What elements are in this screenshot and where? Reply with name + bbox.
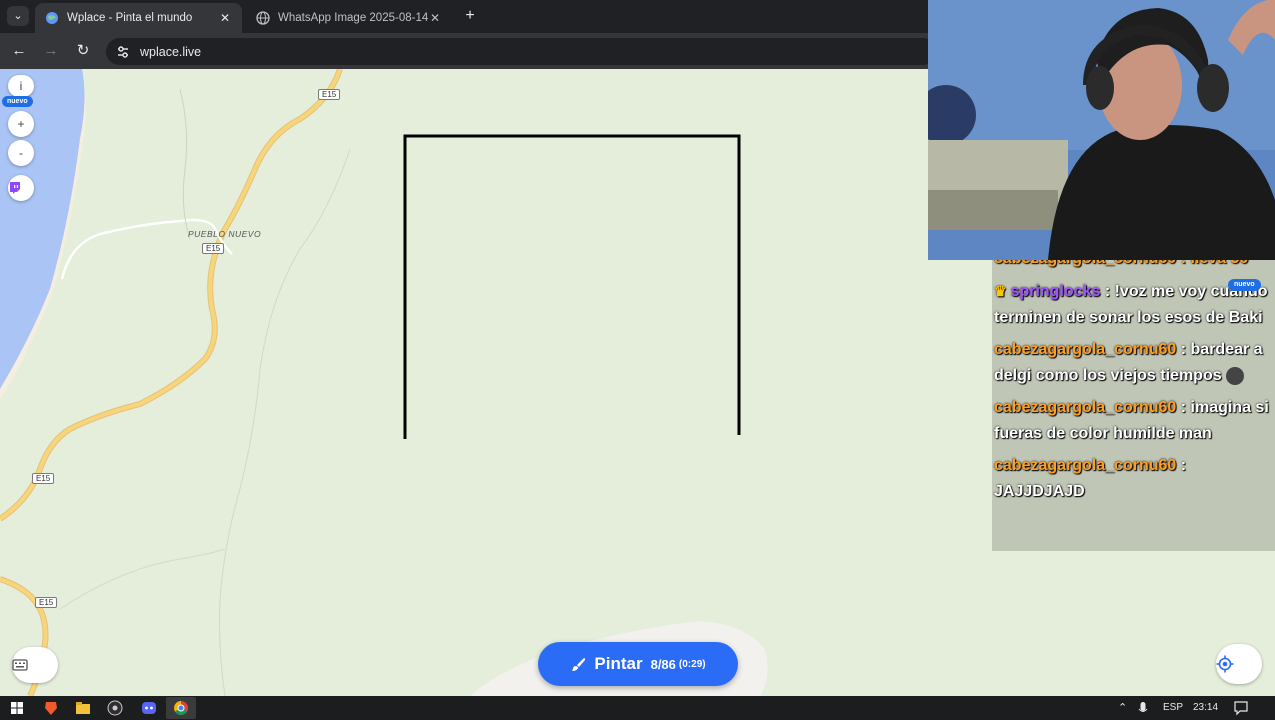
file-explorer-icon[interactable] xyxy=(70,698,96,718)
back-arrow-icon[interactable]: ← xyxy=(8,40,30,62)
place-label-pueblo-nuevo: PUEBLO NUEVO xyxy=(188,229,262,239)
globe-icon xyxy=(46,12,58,24)
reload-icon[interactable]: ↻ xyxy=(72,40,94,62)
new-tab-button[interactable]: + xyxy=(459,6,481,26)
chat-message: cabezagargola_cornu60 : imagina si fuera… xyxy=(992,395,1275,447)
discord-icon[interactable] xyxy=(136,698,162,718)
stream-chat-overlay: cabezagargola_cornu60 : lleva 30 ♛spring… xyxy=(992,252,1275,551)
microphone-icon[interactable] xyxy=(1136,698,1150,718)
close-icon[interactable]: ✕ xyxy=(428,11,442,25)
webcam-image xyxy=(928,0,1275,260)
plus-icon: + xyxy=(17,117,25,131)
map-layers-button[interactable] xyxy=(12,647,58,683)
road-shield-e15: E15 xyxy=(202,243,225,254)
chat-username: cabezagargola_cornu60 xyxy=(994,457,1177,474)
road-shield-e15: E15 xyxy=(318,89,341,100)
tab-title: Wplace - Pinta el mundo xyxy=(67,12,193,24)
tab-search-button[interactable]: ⌄ xyxy=(7,6,29,26)
windows-start-icon[interactable] xyxy=(4,698,30,718)
emote-icon xyxy=(1226,366,1245,385)
chat-username: springlocks xyxy=(1010,283,1101,300)
keyboard-icon xyxy=(12,659,28,671)
obs-icon[interactable] xyxy=(102,698,128,718)
chat-message: cabezagargola_cornu60 : JAJJDJAJD xyxy=(992,453,1275,505)
chat-message: cabezagargola_cornu60 : bardear a delgi … xyxy=(992,337,1275,389)
tab-wplace[interactable]: Wplace - Pinta el mundo ✕ xyxy=(35,3,242,33)
zoom-out-button[interactable]: - xyxy=(8,140,34,166)
chevron-up-icon[interactable]: ⌃ xyxy=(1118,696,1130,720)
close-icon[interactable]: ✕ xyxy=(218,11,232,25)
crown-icon: ♛ xyxy=(994,283,1007,299)
chrome-taskbar-button[interactable] xyxy=(166,697,196,719)
crosshair-icon xyxy=(1216,655,1234,673)
paint-timer: (0:29) xyxy=(678,658,706,670)
paintbrush-icon xyxy=(572,658,586,671)
forward-arrow-icon[interactable]: → xyxy=(40,40,62,62)
chat-new-badge: nuevo xyxy=(1228,279,1261,291)
paint-charges: 8/86 xyxy=(650,656,676,672)
notification-icon[interactable] xyxy=(1232,698,1250,718)
chat-username: cabezagargola_cornu60 xyxy=(994,399,1177,416)
webcam-feed xyxy=(928,0,1275,260)
terrain-line xyxy=(179,88,191,240)
road-shield-e15: E15 xyxy=(32,473,55,484)
paint-button[interactable]: Pintar 8/86 (0:29) xyxy=(538,642,738,686)
address-url: wplace.live xyxy=(140,44,202,59)
info-button[interactable]: i xyxy=(8,75,34,97)
address-bar[interactable]: wplace.live xyxy=(106,38,936,65)
globe-icon xyxy=(256,11,270,25)
info-icon: i xyxy=(19,79,23,93)
paint-button-label: Pintar xyxy=(594,654,643,673)
clock[interactable]: 23:14 xyxy=(1193,696,1218,720)
drawn-outline xyxy=(403,134,741,439)
windows-taskbar: ⌃ ESP 23:14 xyxy=(0,696,1275,720)
brave-browser-icon[interactable] xyxy=(38,698,64,718)
locate-button[interactable] xyxy=(1216,644,1262,684)
terrain-line xyxy=(59,548,226,610)
chat-username: cabezagargola_cornu60 xyxy=(994,341,1177,358)
road-shield-e15: E15 xyxy=(35,597,58,608)
tab-title: WhatsApp Image 2025-08-14 a xyxy=(278,12,428,24)
minus-icon: - xyxy=(19,146,23,160)
chrome-icon xyxy=(174,701,188,715)
tab-whatsapp-image[interactable]: WhatsApp Image 2025-08-14 a ✕ xyxy=(246,3,452,33)
twitch-button[interactable] xyxy=(8,175,34,201)
site-settings-icon[interactable] xyxy=(116,45,130,59)
chevron-down-icon: ⌄ xyxy=(13,10,23,22)
zoom-in-button[interactable]: + xyxy=(8,111,34,137)
language-indicator[interactable]: ESP xyxy=(1163,696,1183,720)
twitch-icon xyxy=(10,182,20,194)
new-badge: nuevo xyxy=(2,96,33,107)
